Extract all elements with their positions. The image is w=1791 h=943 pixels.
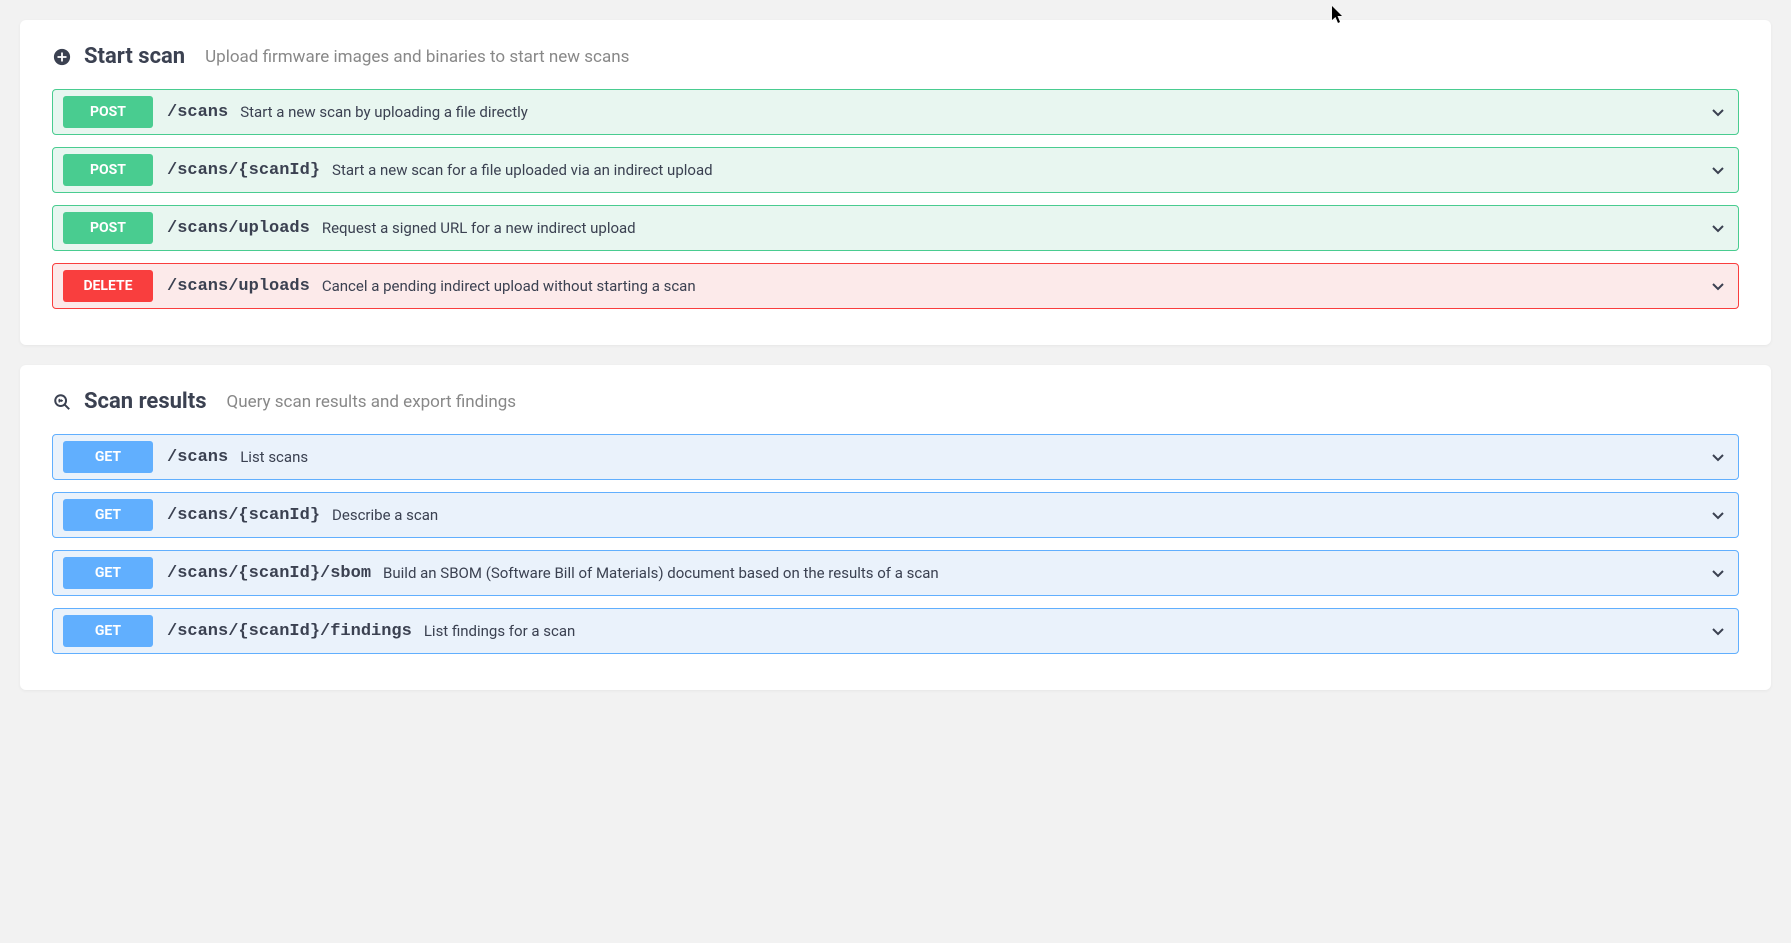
chevron-down-icon [1708, 276, 1728, 296]
endpoint-description: Cancel a pending indirect upload without… [322, 277, 1698, 295]
endpoint-row[interactable]: POST /scans/uploads Request a signed URL… [52, 205, 1739, 251]
method-badge: POST [63, 212, 153, 244]
method-badge: GET [63, 557, 153, 589]
magnify-icon [52, 392, 72, 412]
endpoint-description: Start a new scan by uploading a file dir… [240, 103, 1698, 121]
endpoint-description: Request a signed URL for a new indirect … [322, 219, 1698, 237]
endpoint-path: /scans [167, 448, 228, 467]
section-title: Scan results [84, 389, 207, 414]
endpoint-row[interactable]: GET /scans/{scanId}/findings List findin… [52, 608, 1739, 654]
method-badge: GET [63, 615, 153, 647]
chevron-down-icon [1708, 505, 1728, 525]
method-badge: GET [63, 441, 153, 473]
api-section-start-scan: Start scan Upload firmware images and bi… [20, 20, 1771, 345]
endpoint-description: Start a new scan for a file uploaded via… [332, 161, 1698, 179]
endpoint-row[interactable]: POST /scans/{scanId} Start a new scan fo… [52, 147, 1739, 193]
endpoint-row[interactable]: DELETE /scans/uploads Cancel a pending i… [52, 263, 1739, 309]
endpoint-path: /scans [167, 103, 228, 122]
chevron-down-icon [1708, 447, 1728, 467]
endpoint-row[interactable]: POST /scans Start a new scan by uploadin… [52, 89, 1739, 135]
endpoint-description: List findings for a scan [424, 622, 1698, 640]
method-badge: GET [63, 499, 153, 531]
section-header: Start scan Upload firmware images and bi… [52, 44, 1739, 69]
endpoint-description: Build an SBOM (Software Bill of Material… [383, 564, 1698, 582]
plus-circle-icon [52, 47, 72, 67]
method-badge: DELETE [63, 270, 153, 302]
section-description: Query scan results and export findings [227, 392, 517, 412]
chevron-down-icon [1708, 160, 1728, 180]
endpoint-path: /scans/{scanId}/sbom [167, 564, 371, 583]
endpoint-path: /scans/uploads [167, 277, 310, 296]
api-section-scan-results: Scan results Query scan results and expo… [20, 365, 1771, 690]
method-badge: POST [63, 96, 153, 128]
endpoint-row[interactable]: GET /scans List scans [52, 434, 1739, 480]
endpoint-description: Describe a scan [332, 506, 1698, 524]
endpoint-path: /scans/{scanId}/findings [167, 622, 412, 641]
endpoint-path: /scans/{scanId} [167, 506, 320, 525]
section-description: Upload firmware images and binaries to s… [205, 47, 629, 67]
endpoint-description: List scans [240, 448, 1698, 466]
chevron-down-icon [1708, 563, 1728, 583]
method-badge: POST [63, 154, 153, 186]
section-title: Start scan [84, 44, 185, 69]
chevron-down-icon [1708, 218, 1728, 238]
section-header: Scan results Query scan results and expo… [52, 389, 1739, 414]
endpoint-path: /scans/{scanId} [167, 161, 320, 180]
chevron-down-icon [1708, 621, 1728, 641]
endpoint-row[interactable]: GET /scans/{scanId}/sbom Build an SBOM (… [52, 550, 1739, 596]
chevron-down-icon [1708, 102, 1728, 122]
endpoint-path: /scans/uploads [167, 219, 310, 238]
endpoint-row[interactable]: GET /scans/{scanId} Describe a scan [52, 492, 1739, 538]
